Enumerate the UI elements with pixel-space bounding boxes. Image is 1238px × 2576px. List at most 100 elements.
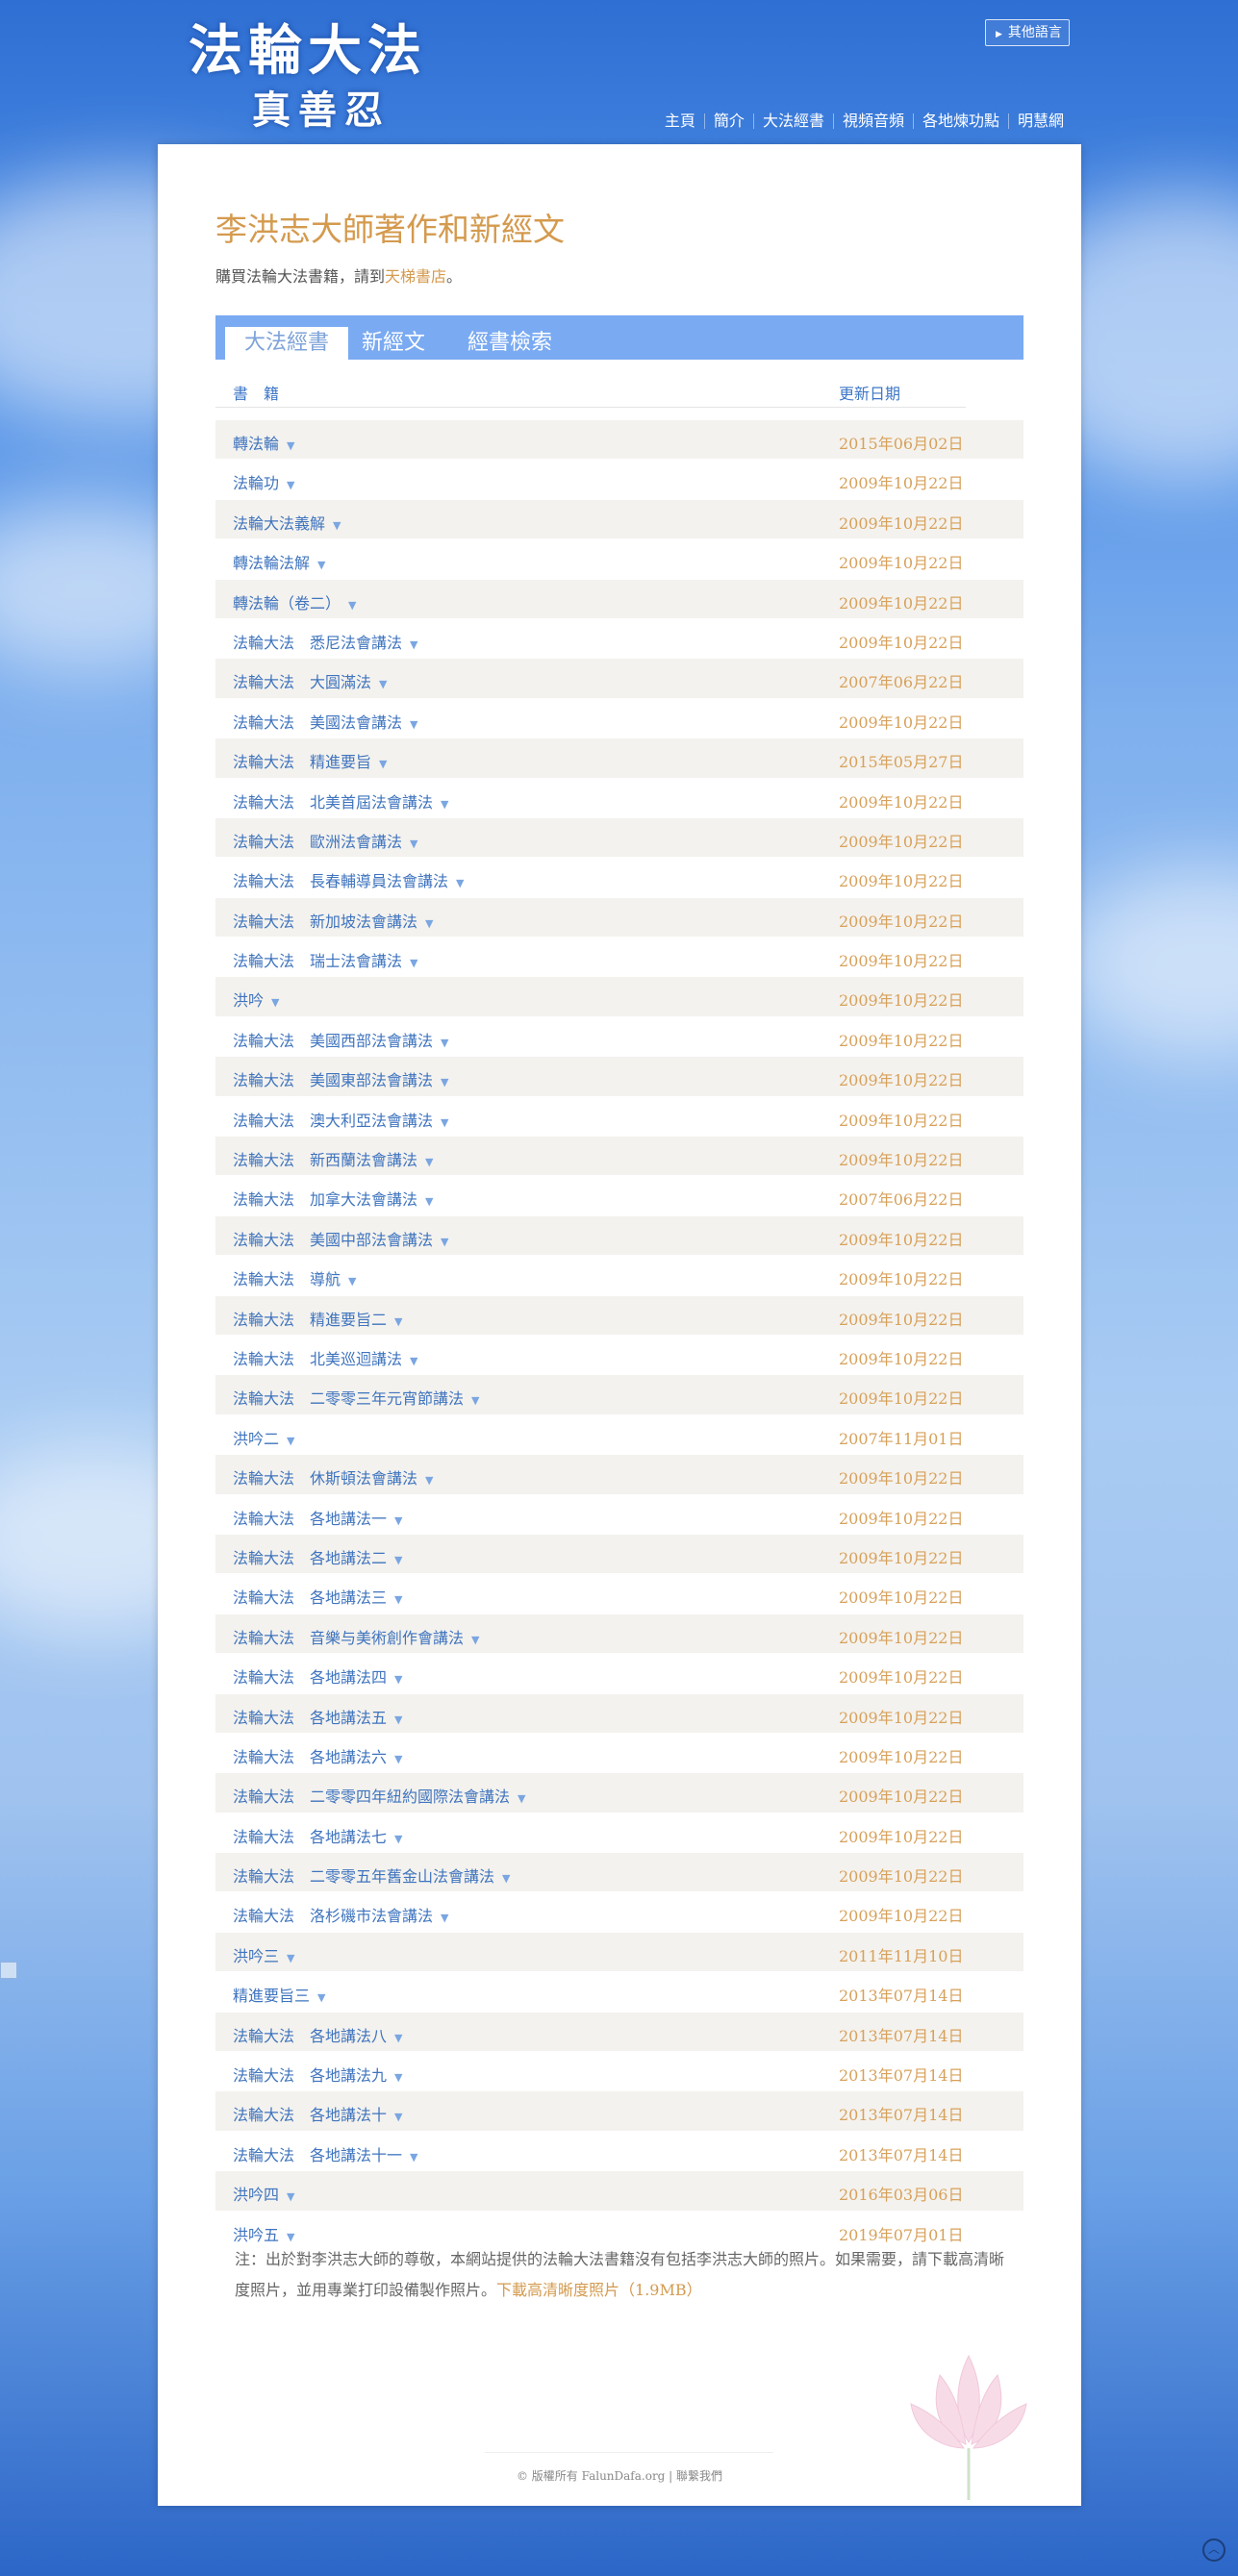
book-title-link[interactable]: 法輪大法 各地講法七 ▼ xyxy=(233,1824,402,1847)
book-title-link[interactable]: 法輪大法 二零零四年紐約國際法會講法 ▼ xyxy=(233,1784,525,1807)
book-title-link[interactable]: 法輪大法 美國法會講法 ▼ xyxy=(233,710,417,733)
book-title-link[interactable]: 洪吟四 ▼ xyxy=(233,2182,294,2205)
book-title-link[interactable]: 法輪大法 歐洲法會講法 ▼ xyxy=(233,829,417,852)
book-row[interactable]: 洪吟 ▼ 2009年10月22日 xyxy=(215,977,1023,1017)
chevron-down-icon[interactable]: ▼ xyxy=(471,1634,479,1646)
book-title-link[interactable]: 法輪大法 洛杉磯市法會講法 ▼ xyxy=(233,1903,448,1926)
book-row[interactable]: 轉法輪（卷二） ▼ 2009年10月22日 xyxy=(215,579,1023,619)
book-row[interactable]: 法輪大法 新西蘭法會講法 ▼ 2009年10月22日 xyxy=(215,1137,1023,1177)
chevron-down-icon[interactable]: ▼ xyxy=(317,1991,325,2004)
chevron-down-icon[interactable]: ▼ xyxy=(441,1076,448,1088)
chevron-down-icon[interactable]: ▼ xyxy=(394,1833,402,1845)
contact-link[interactable]: 聯繫我們 xyxy=(676,2469,722,2483)
nav-books[interactable]: 大法經書 xyxy=(752,113,833,129)
chevron-down-icon[interactable]: ▼ xyxy=(379,678,387,690)
chevron-down-icon[interactable]: ▼ xyxy=(425,1474,433,1487)
book-title-link[interactable]: 轉法輪（卷二） ▼ xyxy=(233,590,356,613)
book-title-link[interactable]: 轉法輪 ▼ xyxy=(233,431,294,454)
nav-home[interactable]: 主頁 xyxy=(656,113,704,129)
chevron-down-icon[interactable]: ▼ xyxy=(287,479,294,491)
book-row[interactable]: 法輪大法 休斯頓法會講法 ▼ 2009年10月22日 xyxy=(215,1455,1023,1495)
book-title-link[interactable]: 法輪大法 各地講法四 ▼ xyxy=(233,1664,402,1688)
book-row[interactable]: 法輪大法 各地講法九 ▼ 2013年07月14日 xyxy=(215,2052,1023,2092)
book-title-link[interactable]: 法輪大法 各地講法三 ▼ xyxy=(233,1585,402,1608)
chevron-down-icon[interactable]: ▼ xyxy=(394,2032,402,2044)
book-row[interactable]: 法輪大法 精進要旨 ▼ 2015年05月27日 xyxy=(215,738,1023,779)
book-title-link[interactable]: 洪吟二 ▼ xyxy=(233,1426,294,1449)
book-title-link[interactable]: 法輪大法 美國中部法會講法 ▼ xyxy=(233,1227,448,1250)
book-title-link[interactable]: 法輪大法 美國西部法會講法 ▼ xyxy=(233,1028,448,1051)
book-row[interactable]: 法輪大法 各地講法七 ▼ 2009年10月22日 xyxy=(215,1813,1023,1854)
book-row[interactable]: 法輪大法 大圓滿法 ▼ 2007年06月22日 xyxy=(215,659,1023,699)
chevron-down-icon[interactable]: ▼ xyxy=(287,439,294,452)
book-title-link[interactable]: 法輪大法 二零零五年舊金山法會講法 ▼ xyxy=(233,1863,510,1887)
book-row[interactable]: 法輪大法 新加坡法會講法 ▼ 2009年10月22日 xyxy=(215,897,1023,938)
chevron-down-icon[interactable]: ▼ xyxy=(410,838,417,850)
book-row[interactable]: 法輪大法 導航 ▼ 2009年10月22日 xyxy=(215,1256,1023,1296)
chevron-down-icon[interactable]: ▼ xyxy=(287,2231,294,2243)
book-row[interactable]: 法輪大法 洛杉磯市法會講法 ▼ 2009年10月22日 xyxy=(215,1892,1023,1933)
book-row[interactable]: 法輪大法 各地講法八 ▼ 2013年07月14日 xyxy=(215,2012,1023,2053)
book-row[interactable]: 法輪大法 各地講法六 ▼ 2009年10月22日 xyxy=(215,1734,1023,1774)
chevron-down-icon[interactable]: ▼ xyxy=(425,1156,433,1168)
nav-minghui[interactable]: 明慧網 xyxy=(1007,113,1073,129)
chevron-down-icon[interactable]: ▼ xyxy=(394,1713,402,1726)
book-row[interactable]: 法輪大法 各地講法四 ▼ 2009年10月22日 xyxy=(215,1654,1023,1694)
book-title-link[interactable]: 法輪大法 瑞士法會講法 ▼ xyxy=(233,948,417,971)
book-title-link[interactable]: 法輪大法 導航 ▼ xyxy=(233,1266,356,1289)
book-row[interactable]: 法輪大法義解 ▼ 2009年10月22日 xyxy=(215,499,1023,540)
book-title-link[interactable]: 法輪大法 二零零三年元宵節講法 ▼ xyxy=(233,1386,479,1409)
side-panel-icon[interactable] xyxy=(0,1962,17,1979)
tab-book-search[interactable]: 經書檢索 xyxy=(467,327,552,360)
book-title-link[interactable]: 法輪大法 休斯頓法會講法 ▼ xyxy=(233,1465,433,1488)
book-row[interactable]: 法輪大法 澳大利亞法會講法 ▼ 2009年10月22日 xyxy=(215,1097,1023,1138)
book-row[interactable]: 法輪大法 各地講法五 ▼ 2009年10月22日 xyxy=(215,1693,1023,1734)
chevron-down-icon[interactable]: ▼ xyxy=(379,758,387,770)
book-row[interactable]: 法輪大法 美國東部法會講法 ▼ 2009年10月22日 xyxy=(215,1057,1023,1097)
book-title-link[interactable]: 法輪大法 精進要旨 ▼ xyxy=(233,749,387,772)
chevron-down-icon[interactable]: ▼ xyxy=(410,957,417,969)
nav-intro[interactable]: 簡介 xyxy=(703,113,753,129)
book-row[interactable]: 法輪大法 各地講法十一 ▼ 2013年07月14日 xyxy=(215,2132,1023,2172)
nav-practice-sites[interactable]: 各地煉功點 xyxy=(912,113,1008,129)
chevron-up-icon[interactable]: ︿ xyxy=(1202,2538,1225,2562)
book-title-link[interactable]: 法輪大法 北美首屆法會講法 ▼ xyxy=(233,789,448,813)
book-row[interactable]: 洪吟二 ▼ 2007年11月01日 xyxy=(215,1415,1023,1456)
book-row[interactable]: 法輪大法 美國西部法會講法 ▼ 2009年10月22日 xyxy=(215,1017,1023,1058)
book-title-link[interactable]: 法輪大法 加拿大法會講法 ▼ xyxy=(233,1187,433,1210)
book-row[interactable]: 法輪大法 二零零四年紐約國際法會講法 ▼ 2009年10月22日 xyxy=(215,1773,1023,1813)
book-title-link[interactable]: 轉法輪法解 ▼ xyxy=(233,550,325,573)
chevron-down-icon[interactable]: ▼ xyxy=(456,877,464,889)
book-title-link[interactable]: 法輪大法 各地講法十 ▼ xyxy=(233,2102,402,2125)
chevron-down-icon[interactable]: ▼ xyxy=(394,1514,402,1527)
book-row[interactable]: 法輪大法 各地講法一 ▼ 2009年10月22日 xyxy=(215,1495,1023,1535)
book-title-link[interactable]: 法輪大法 各地講法一 ▼ xyxy=(233,1506,402,1529)
book-title-link[interactable]: 法輪大法 各地講法六 ▼ xyxy=(233,1744,402,1767)
chevron-down-icon[interactable]: ▼ xyxy=(410,638,417,651)
chevron-down-icon[interactable]: ▼ xyxy=(425,917,433,930)
book-row[interactable]: 法輪大法 精進要旨二 ▼ 2009年10月22日 xyxy=(215,1295,1023,1336)
chevron-down-icon[interactable]: ▼ xyxy=(394,1753,402,1765)
book-row[interactable]: 法輪大法 二零零三年元宵節講法 ▼ 2009年10月22日 xyxy=(215,1375,1023,1415)
chevron-down-icon[interactable]: ▼ xyxy=(394,1673,402,1686)
book-title-link[interactable]: 洪吟五 ▼ xyxy=(233,2222,294,2245)
chevron-down-icon[interactable]: ▼ xyxy=(471,1394,479,1407)
site-logo-title[interactable]: 法輪大法 xyxy=(189,8,427,86)
chevron-down-icon[interactable]: ▼ xyxy=(410,718,417,731)
book-row[interactable]: 法輪大法 北美首屆法會講法 ▼ 2009年10月22日 xyxy=(215,779,1023,818)
chevron-down-icon[interactable]: ▼ xyxy=(287,2190,294,2203)
book-row[interactable]: 洪吟四 ▼ 2016年03月06日 xyxy=(215,2171,1023,2212)
chevron-down-icon[interactable]: ▼ xyxy=(425,1195,433,1208)
book-title-link[interactable]: 洪吟 ▼ xyxy=(233,988,279,1011)
book-title-link[interactable]: 洪吟三 ▼ xyxy=(233,1943,294,1966)
chevron-down-icon[interactable]: ▼ xyxy=(394,2071,402,2084)
book-title-link[interactable]: 法輪大法 澳大利亞法會講法 ▼ xyxy=(233,1108,448,1131)
book-row[interactable]: 法輪大法 歐洲法會講法 ▼ 2009年10月22日 xyxy=(215,817,1023,859)
book-title-link[interactable]: 法輪大法 新西蘭法會講法 ▼ xyxy=(233,1147,433,1170)
book-row[interactable]: 法輪大法 北美巡迴講法 ▼ 2009年10月22日 xyxy=(215,1336,1023,1376)
download-photo-link[interactable]: 下載高清晰度照片（1.9MB） xyxy=(496,2281,702,2299)
book-row[interactable]: 法輪大法 各地講法十 ▼ 2013年07月14日 xyxy=(215,2091,1023,2132)
chevron-down-icon[interactable]: ▼ xyxy=(441,1116,448,1129)
chevron-down-icon[interactable]: ▼ xyxy=(271,996,279,1009)
chevron-down-icon[interactable]: ▼ xyxy=(348,599,356,612)
